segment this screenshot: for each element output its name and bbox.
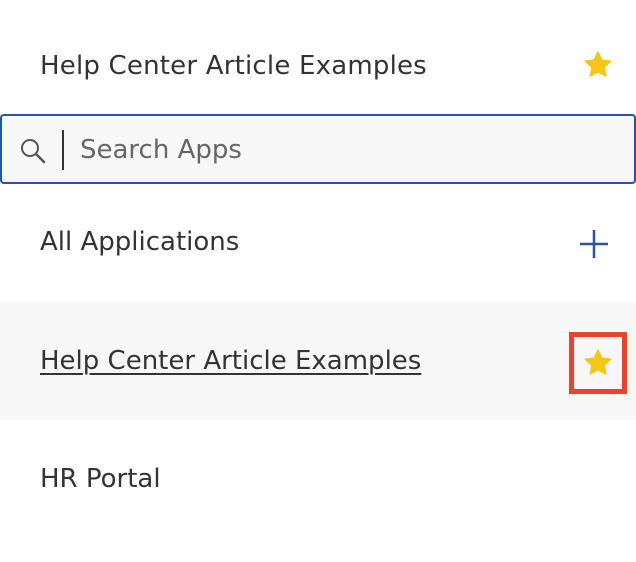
app-list-item[interactable]: HR Portal: [0, 420, 636, 538]
search-box[interactable]: [0, 114, 636, 184]
current-app-title: Help Center Article Examples: [40, 51, 427, 81]
all-applications-label: All Applications: [40, 227, 240, 257]
search-input[interactable]: [80, 128, 620, 172]
app-switcher-panel: Help Center Article Examples All Applica…: [0, 0, 636, 562]
favorite-star-button[interactable]: [569, 332, 627, 394]
search-icon: [19, 137, 47, 165]
star-icon[interactable]: [582, 49, 614, 81]
app-link[interactable]: HR Portal: [40, 462, 161, 496]
plus-icon[interactable]: [578, 228, 610, 260]
current-app-header: Help Center Article Examples: [0, 28, 636, 108]
app-list-item[interactable]: Help Center Article Examples: [0, 302, 636, 420]
star-icon: [584, 349, 612, 375]
all-applications-row[interactable]: All Applications: [0, 198, 636, 288]
search-divider: [62, 130, 64, 170]
app-link[interactable]: Help Center Article Examples: [40, 344, 421, 378]
